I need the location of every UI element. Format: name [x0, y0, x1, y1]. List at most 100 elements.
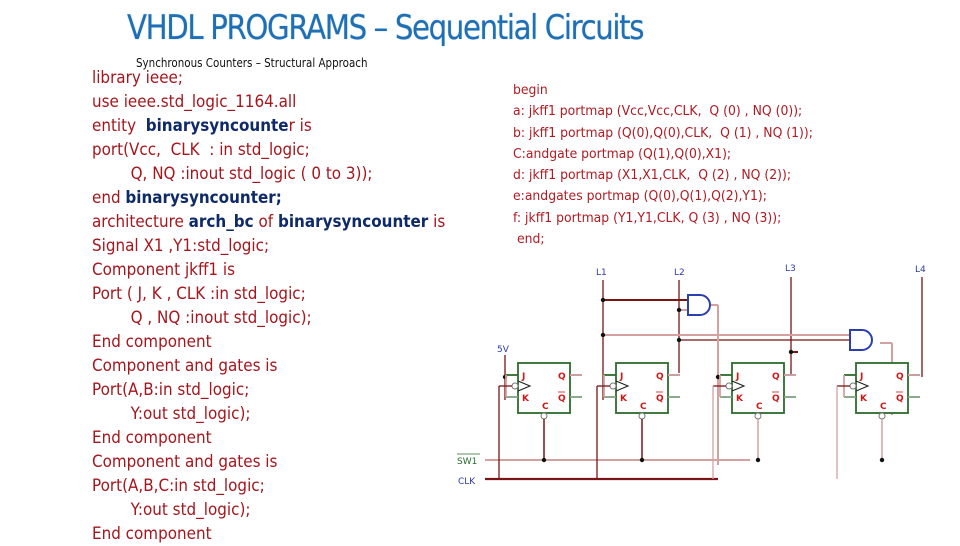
vhdl-architecture-body-code: begin a: jkff1 portmap (Vcc,Vcc,CLK, Q (0… — [513, 80, 839, 250]
code-line: end; — [513, 231, 545, 248]
pin-label-k: K — [736, 394, 744, 404]
code-text: Port(A,B:in std_logic; — [92, 380, 250, 399]
code-line: Y:out std_logic); — [92, 498, 442, 522]
code-identifier: binarysyncounte — [145, 116, 289, 135]
junction-dot — [676, 337, 682, 343]
clock-bubble — [725, 382, 733, 390]
code-text: library ieee; — [92, 68, 184, 87]
pin-label-clear: C — [542, 402, 549, 412]
code-line: End component — [92, 426, 442, 450]
led-label-l1: L1 — [596, 268, 607, 278]
code-line: End component — [92, 522, 442, 546]
junction-dot — [879, 457, 885, 463]
code-text: entity — [92, 116, 146, 135]
and-gates — [687, 294, 873, 351]
and-gate-2 — [849, 329, 873, 351]
switch-label-sw1: SW1 — [457, 457, 477, 467]
and-gate-body — [687, 294, 711, 316]
jk-flipflop: J QK QC — [712, 362, 796, 479]
clear-bubble — [638, 412, 646, 420]
code-line: Q , NQ :inout std_logic); — [92, 306, 442, 330]
code-text: End component — [92, 524, 212, 543]
code-line: Port(A,B,C:in std_logic; — [92, 474, 442, 498]
junction-dot — [541, 457, 547, 463]
junction-dot — [600, 332, 606, 338]
code-text: r is — [288, 116, 312, 135]
clock-bubble — [609, 382, 617, 390]
code-line: Y:out std_logic); — [92, 402, 442, 426]
jk-flipflop: J QK QC — [498, 362, 582, 479]
pin-label-q: Q — [896, 372, 904, 382]
code-line: a: jkff1 portmap (Vcc,Vcc,CLK, Q (0) , N… — [513, 103, 803, 120]
jk-flipflop: J QK QC — [596, 362, 680, 479]
code-text: of — [253, 212, 278, 231]
pin-label-q: Q — [558, 372, 566, 382]
code-text: Component jkff1 is — [92, 260, 236, 279]
code-text: End component — [92, 332, 212, 351]
code-text: port(Vcc, CLK : in std_logic; — [92, 140, 310, 159]
pin-label-clear: C — [756, 402, 763, 412]
pin-label-nq: Q — [656, 394, 664, 404]
code-line: Signal X1 ,Y1:std_logic; — [92, 234, 442, 258]
clock-label: CLK — [458, 477, 476, 487]
code-line: e:andgates portmap (Q(0),Q(1),Q(2),Y1); — [513, 188, 767, 205]
and-gate-1 — [687, 294, 711, 316]
code-line: architecture arch_bc of binarysyncounter… — [92, 210, 445, 234]
code-line: Component and gates is — [92, 354, 442, 378]
code-line: End component — [92, 330, 442, 354]
code-line: end binarysyncounter; — [92, 186, 442, 210]
code-line: d: jkff1 portmap (X1,X1,CLK, Q (2) , NQ … — [513, 167, 792, 184]
clear-bubble — [540, 412, 548, 420]
code-text: Port ( J, K , CLK :in std_logic; — [92, 284, 306, 303]
led-label-l2: L2 — [674, 268, 685, 278]
junction-dot — [676, 307, 682, 313]
pin-label-clear: C — [640, 402, 647, 412]
and-gate-body — [849, 329, 873, 351]
code-text: Q, NQ :inout std_logic ( 0 to 3)); — [92, 164, 373, 183]
pin-label-j: J — [735, 372, 739, 382]
code-identifier: binarysyncounter; — [125, 188, 282, 207]
slide-title: VHDL PROGRAMS – Sequential Circuits — [127, 8, 645, 48]
pin-label-q: Q — [772, 372, 780, 382]
pin-label-k: K — [860, 394, 868, 404]
pin-label-k: K — [620, 394, 628, 404]
clear-bubble — [754, 412, 762, 420]
clear-bubble — [878, 412, 886, 420]
synchronous-counter-circuit-diagram: L1 L2 L3 L4 5V SW1 CLK J QK QCJ QK QCJ QK QCJ Q… — [457, 264, 926, 487]
vhdl-declarations-code: library ieee; use ieee.std_logic_1164.all… — [92, 66, 472, 546]
flipflops: J QK QCJ QK QCJ QK QCJ QK QC — [498, 362, 920, 479]
pin-label-clear: C — [880, 402, 887, 412]
code-line: library ieee; — [92, 66, 442, 90]
pin-label-q: Q — [656, 372, 664, 382]
code-line: f: jkff1 portmap (Y1,Y1,CLK, Q (3) , NQ … — [513, 209, 782, 226]
pin-label-j: J — [859, 372, 863, 382]
clock-bubble — [849, 382, 857, 390]
code-text: Component and gates is — [92, 452, 278, 471]
clock-bubble — [511, 382, 519, 390]
junction-dot — [639, 457, 645, 463]
pin-label-j: J — [619, 372, 623, 382]
code-text: End component — [92, 428, 212, 447]
led-label-l3: L3 — [785, 264, 796, 274]
code-line: entity binarysyncounter is — [92, 114, 442, 138]
code-text: Y:out std_logic); — [92, 500, 251, 519]
junction-dot — [788, 349, 794, 355]
code-line: Component jkff1 is — [92, 258, 442, 282]
code-line: Component and gates is — [92, 450, 442, 474]
code-line: b: jkff1 portmap (Q(0),Q(0),CLK, Q (1) ,… — [513, 124, 813, 141]
junction-dot — [600, 297, 606, 303]
pin-label-nq: Q — [772, 394, 780, 404]
code-identifier: binarysyncounter — [277, 212, 429, 231]
pin-label-j: J — [521, 372, 525, 382]
code-text: Component and gates is — [92, 356, 278, 375]
code-text: architecture — [92, 212, 189, 231]
code-line: begin — [513, 82, 548, 98]
code-line: use ieee.std_logic_1164.all — [92, 90, 442, 114]
code-line: Q, NQ :inout std_logic ( 0 to 3)); — [92, 162, 442, 186]
led-label-l4: L4 — [915, 265, 926, 275]
pin-label-nq: Q — [558, 394, 566, 404]
code-line: port(Vcc, CLK : in std_logic; — [92, 138, 442, 162]
code-identifier: arch_bc — [188, 212, 254, 231]
code-line: Port ( J, K , CLK :in std_logic; — [92, 282, 442, 306]
code-line: Port(A,B:in std_logic; — [92, 378, 442, 402]
